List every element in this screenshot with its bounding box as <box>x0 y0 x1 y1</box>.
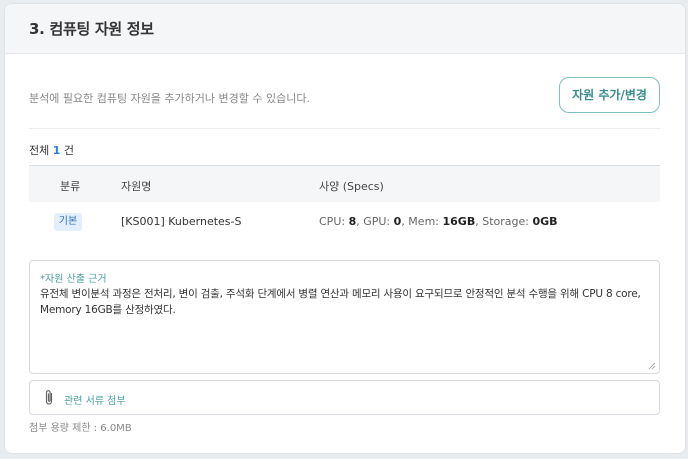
resource-name: [KS001] Kubernetes-S <box>121 215 242 228</box>
spec-mem-value: 16GB <box>442 215 476 228</box>
computing-resource-card: 3. 컴퓨팅 자원 정보 분석에 필요한 컴퓨팅 자원을 추가하거나 변경할 수… <box>4 3 686 454</box>
category-badge: 기본 <box>54 213 82 231</box>
resize-grip-icon[interactable] <box>648 362 656 370</box>
spec-gpu-label: , GPU: <box>356 215 391 228</box>
resource-specs: CPU: 8, GPU: 0, Mem: 16GB, Storage: 0GB <box>319 215 558 228</box>
rationale-textarea[interactable]: *자원 산출 근거 유전체 변이분석 과정은 전처리, 변이 검출, 주석화 단… <box>29 260 660 374</box>
spec-storage-label: , Storage: <box>475 215 529 228</box>
total-count-suffix: 건 <box>63 144 75 157</box>
col-header-name: 자원명 <box>121 180 152 193</box>
col-header-category: 분류 <box>60 180 81 193</box>
total-count: 전체 1 건 <box>29 142 74 158</box>
spec-storage-value: 0GB <box>532 215 558 228</box>
attachment-size-limit: 첨부 용량 제한 : 6.0MB <box>29 423 132 434</box>
attachment-label: 관련 서류 첨부 <box>64 396 126 407</box>
spec-mem-label: , Mem: <box>401 215 439 228</box>
section-title: 3. 컴퓨팅 자원 정보 <box>29 20 154 38</box>
col-header-specs: 사양 (Specs) <box>319 180 384 193</box>
total-count-number: 1 <box>52 144 61 157</box>
total-count-prefix: 전체 <box>29 144 50 157</box>
section-description: 분석에 필요한 컴퓨팅 자원을 추가하거나 변경할 수 있습니다. <box>29 92 310 105</box>
rationale-label: *자원 산출 근거 <box>40 274 107 285</box>
rationale-text: 유전체 변이분석 과정은 전처리, 변이 검출, 주석화 단계에서 병렬 연산과… <box>40 288 641 316</box>
resource-table-header: 분류 자원명 사양 (Specs) <box>29 165 660 202</box>
card-header: 3. 컴퓨팅 자원 정보 <box>5 4 685 54</box>
attachment-field[interactable]: 관련 서류 첨부 <box>29 380 660 415</box>
paperclip-icon <box>45 390 53 405</box>
spec-cpu-label: CPU: <box>319 215 346 228</box>
table-row: 기본 [KS001] Kubernetes-S CPU: 8, GPU: 0, … <box>29 202 660 242</box>
add-change-resource-button[interactable]: 자원 추가/변경 <box>559 77 660 113</box>
divider <box>29 128 660 129</box>
